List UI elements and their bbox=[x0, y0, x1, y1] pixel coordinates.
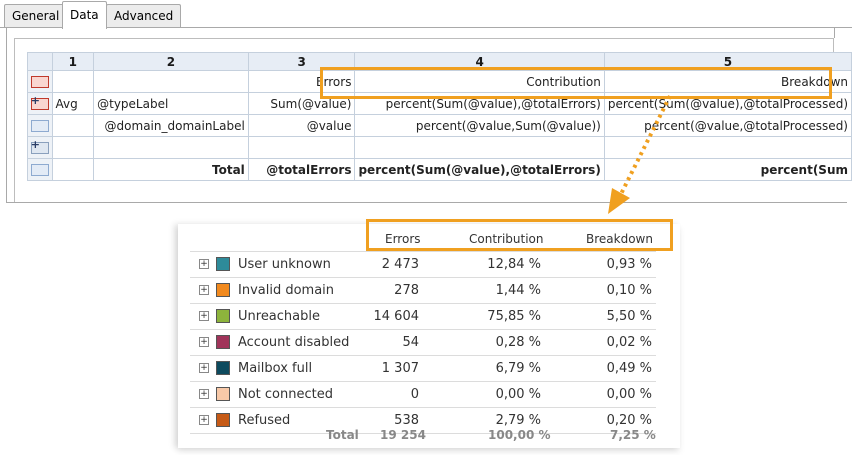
color-swatch bbox=[216, 309, 230, 323]
detail-row-icon[interactable] bbox=[27, 114, 53, 137]
report-row: + Unreachable 14 604 75,85 % 5,50 % bbox=[190, 303, 656, 329]
group-expand-icon bbox=[30, 94, 49, 110]
row-label: Invalid domain bbox=[238, 283, 335, 298]
expand-icon[interactable]: + bbox=[199, 363, 209, 373]
designer-frame-left bbox=[14, 38, 15, 202]
detail-row-grid-icon bbox=[30, 120, 49, 132]
grid-cell[interactable] bbox=[93, 70, 249, 93]
total-row-icon[interactable] bbox=[27, 158, 53, 181]
color-swatch bbox=[216, 283, 230, 297]
grid-cell[interactable] bbox=[93, 136, 249, 159]
grid-cell[interactable] bbox=[51, 114, 95, 137]
grid-row-footer bbox=[27, 136, 852, 159]
designer-header-highlight bbox=[320, 67, 832, 99]
tab-general[interactable]: General bbox=[4, 4, 68, 27]
total-errors: 19 254 bbox=[380, 428, 426, 442]
row-label: Account disabled bbox=[238, 335, 350, 350]
color-swatch bbox=[216, 257, 230, 271]
row-contribution: 12,84 % bbox=[487, 257, 541, 272]
report-total-row: Total 19 254 100,00 % 7,25 % bbox=[190, 425, 656, 447]
grid-cell[interactable] bbox=[51, 70, 95, 93]
tab-strip: General Data Advanced bbox=[0, 0, 852, 29]
report-row: + Invalid domain 278 1,44 % 0,10 % bbox=[190, 277, 656, 303]
grid-column-header[interactable]: 2 bbox=[93, 52, 249, 71]
grid-cell[interactable]: Avg bbox=[51, 92, 95, 115]
table-header-icon bbox=[30, 76, 49, 88]
color-swatch bbox=[216, 335, 230, 349]
grid-row-total: Total @totalErrors percent(Sum(@value),@… bbox=[27, 158, 852, 181]
grid-row-detail: @domain_domainLabel @value percent(@valu… bbox=[27, 114, 852, 137]
header-row-icon[interactable] bbox=[27, 70, 53, 93]
expand-icon[interactable]: + bbox=[199, 415, 209, 425]
expand-icon[interactable]: + bbox=[199, 389, 209, 399]
row-errors: 1 307 bbox=[381, 361, 419, 376]
footer-row-icon[interactable] bbox=[27, 136, 53, 159]
total-breakdown: 7,25 % bbox=[610, 428, 656, 442]
tab-data[interactable]: Data bbox=[62, 1, 107, 29]
color-swatch bbox=[216, 387, 230, 401]
row-errors: 278 bbox=[394, 283, 419, 298]
report-header-highlight bbox=[366, 219, 673, 251]
row-label: Not connected bbox=[238, 387, 333, 402]
group-row-icon[interactable] bbox=[27, 92, 53, 115]
total-row-grid-icon bbox=[30, 164, 49, 176]
row-errors: 2 473 bbox=[381, 257, 419, 272]
color-swatch bbox=[216, 361, 230, 375]
grid-cell[interactable] bbox=[354, 136, 605, 159]
row-contribution: 75,85 % bbox=[487, 309, 541, 324]
panel-border bbox=[834, 28, 835, 38]
report-row: + Account disabled 54 0,28 % 0,02 % bbox=[190, 329, 656, 355]
grid-cell[interactable] bbox=[247, 136, 356, 159]
row-breakdown: 0,49 % bbox=[606, 361, 652, 376]
grid-cell[interactable]: percent(Sum(@value),@totalErrors) bbox=[354, 158, 605, 181]
report-row: + Not connected 0 0,00 % 0,00 % bbox=[190, 381, 656, 407]
grid-corner-cell[interactable] bbox=[27, 52, 53, 71]
row-breakdown: 0,00 % bbox=[606, 387, 652, 402]
grid-cell[interactable] bbox=[51, 136, 95, 159]
grid-cell[interactable]: @typeLabel bbox=[93, 92, 249, 115]
row-contribution: 0,28 % bbox=[495, 335, 541, 350]
expand-icon[interactable]: + bbox=[199, 285, 209, 295]
row-breakdown: 0,10 % bbox=[606, 283, 652, 298]
row-breakdown: 0,02 % bbox=[606, 335, 652, 350]
total-label: Total bbox=[326, 428, 359, 442]
row-label: Mailbox full bbox=[238, 361, 313, 376]
expand-icon[interactable]: + bbox=[199, 311, 209, 321]
row-contribution: 0,00 % bbox=[495, 387, 541, 402]
row-label: Unreachable bbox=[238, 309, 320, 324]
report-rows: + User unknown 2 473 12,84 % 0,93 % + In… bbox=[190, 251, 656, 434]
row-contribution: 1,44 % bbox=[495, 283, 541, 298]
report-preview: Errors Contribution Breakdown + User unk… bbox=[178, 224, 680, 448]
total-contribution: 100,00 % bbox=[488, 428, 551, 442]
grid-cell[interactable]: @totalErrors bbox=[247, 158, 356, 181]
row-errors: 0 bbox=[410, 387, 419, 402]
row-contribution: 6,79 % bbox=[495, 361, 541, 376]
row-errors: 14 604 bbox=[373, 309, 420, 324]
report-row: + User unknown 2 473 12,84 % 0,93 % bbox=[190, 251, 656, 277]
tab-advanced[interactable]: Advanced bbox=[106, 4, 182, 27]
designer-frame-top bbox=[14, 38, 834, 39]
expand-icon[interactable]: + bbox=[199, 337, 209, 347]
grid-cell[interactable]: @value bbox=[247, 114, 356, 137]
expand-icon[interactable]: + bbox=[199, 259, 209, 269]
grid-column-header[interactable]: 1 bbox=[51, 52, 95, 71]
row-errors: 54 bbox=[402, 335, 419, 350]
grid-cell[interactable] bbox=[51, 158, 95, 181]
grid-cell[interactable]: @domain_domainLabel bbox=[93, 114, 249, 137]
footer-expand-icon bbox=[30, 138, 49, 154]
grid-cell[interactable]: Total bbox=[93, 158, 249, 181]
grid-cell[interactable]: percent(@value,Sum(@value)) bbox=[354, 114, 605, 137]
report-row: + Mailbox full 1 307 6,79 % 0,49 % bbox=[190, 355, 656, 381]
dotted-arrow-icon bbox=[608, 95, 672, 214]
row-label: User unknown bbox=[238, 257, 331, 272]
row-breakdown: 0,93 % bbox=[606, 257, 652, 272]
row-breakdown: 5,50 % bbox=[606, 309, 652, 324]
